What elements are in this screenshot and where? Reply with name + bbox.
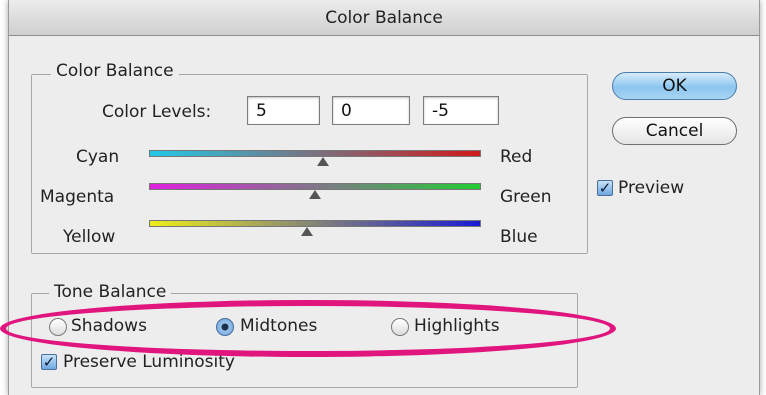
slider-red-label: Red — [500, 147, 533, 167]
yellow-blue-slider-thumb[interactable] — [300, 227, 313, 236]
color-balance-legend: Color Balance — [51, 61, 179, 81]
color-level-cyan-red-field[interactable]: 5 — [247, 96, 320, 125]
tone-balance-legend: Tone Balance — [49, 282, 172, 302]
color-level-magenta-green-field[interactable]: 0 — [332, 96, 410, 125]
preview-label[interactable]: Preview — [618, 178, 684, 198]
tone-balance-group — [31, 293, 578, 388]
highlights-radio[interactable] — [391, 318, 409, 336]
shadows-radio[interactable] — [49, 318, 67, 336]
magenta-green-slider-thumb[interactable] — [309, 190, 321, 199]
color-level-yellow-blue-field[interactable]: -5 — [423, 96, 499, 125]
slider-yellow-label: Yellow — [63, 227, 116, 247]
slider-green-label: Green — [500, 187, 552, 207]
preserve-luminosity-label[interactable]: Preserve Luminosity — [63, 352, 235, 372]
cyan-red-slider-track[interactable] — [149, 150, 481, 157]
preserve-luminosity-checkbox[interactable]: ✓ — [41, 354, 57, 370]
midtones-label[interactable]: Midtones — [240, 316, 317, 336]
preview-checkbox[interactable]: ✓ — [597, 180, 613, 196]
cancel-button[interactable]: Cancel — [612, 117, 737, 145]
midtones-radio[interactable] — [216, 318, 234, 336]
highlights-label[interactable]: Highlights — [414, 316, 500, 336]
color-balance-dialog: Color Balance Color Balance Color Levels… — [8, 0, 760, 395]
slider-cyan-label: Cyan — [76, 147, 120, 167]
slider-blue-label: Blue — [500, 227, 538, 247]
shadows-label[interactable]: Shadows — [71, 316, 147, 336]
yellow-blue-slider-track[interactable] — [149, 220, 481, 227]
magenta-green-slider-track[interactable] — [149, 183, 481, 190]
slider-magenta-label: Magenta — [40, 187, 115, 207]
dialog-title: Color Balance — [9, 0, 759, 36]
color-levels-label: Color Levels: — [102, 102, 212, 122]
cyan-red-slider-thumb[interactable] — [317, 157, 330, 166]
ok-button[interactable]: OK — [612, 72, 737, 100]
